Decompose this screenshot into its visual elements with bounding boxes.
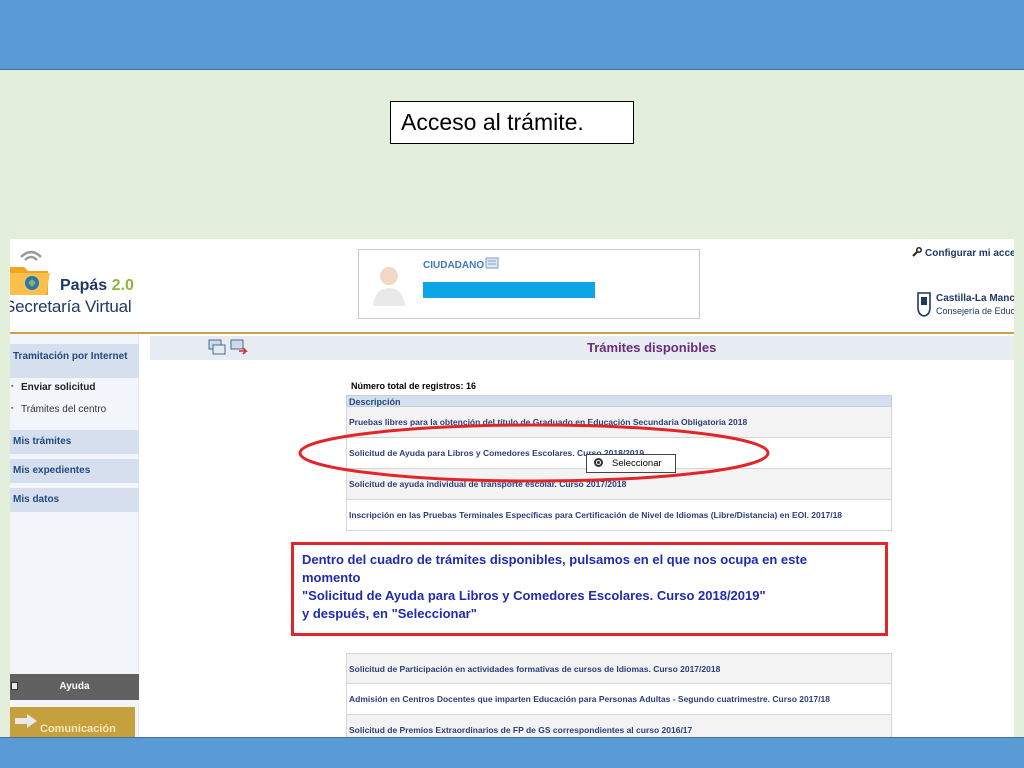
sidebar-item-tramites-centro[interactable]: Trámites del centro [10,404,106,415]
communication-button[interactable]: Comunicación [10,707,135,737]
select-button[interactable]: Seleccionar [586,454,676,473]
user-role-label: CIUDADANO [423,260,485,271]
communication-label: Comunicación [40,723,116,735]
sidebar-item-mis-expedientes[interactable]: Mis expedientes [10,459,139,483]
user-card: CIUDADANO [358,249,700,319]
procedures-table-continued: Solicitud de Participación en actividade… [346,653,892,737]
table-row[interactable]: Solicitud de Premios Extraordinarios de … [346,715,892,737]
slide-top-band [0,0,1024,70]
brand-title: Papás 2.0 [60,277,134,295]
folder-icon [10,267,50,295]
org-name: Castilla-La Mancha [936,293,1014,304]
user-name-redacted [423,282,595,298]
main-header: Trámites disponibles [150,336,1014,360]
arrow-right-icon [15,714,37,728]
id-card-icon[interactable] [485,256,499,270]
records-total: Número total de registros: 16 [351,381,477,391]
slide-bottom-band [0,737,1024,768]
org-department: Consejería de Educación [936,306,1014,316]
help-checkbox-icon [11,682,18,690]
shield-icon [917,292,931,317]
instruction-callout: Dentro del cuadro de trámites disponible… [291,542,888,636]
avatar [373,267,405,306]
sidebar-section-tramitacion: Tramitación por Internet [10,344,139,378]
instruction-line-1: Dentro del cuadro de trámites disponible… [302,552,807,567]
brand-title-text: Papás [60,277,108,294]
page-title: Trámites disponibles [587,340,717,355]
app-logo[interactable]: Papás 2.0 Secretaría Virtual [10,239,150,331]
highlight-ellipse [298,423,770,483]
slide-title: Acceso al trámite. [390,101,634,144]
instruction-line-4: y después, en "Seleccionar" [302,606,477,621]
table-row[interactable]: Solicitud de Participación en actividade… [346,653,892,684]
select-button-label: Seleccionar [612,458,662,469]
table-row[interactable]: Inscripción en las Pruebas Terminales Es… [346,500,892,531]
configure-access-label: Configurar mi acceso [925,248,1014,259]
instruction-line-2: momento [302,570,361,585]
help-button[interactable]: Ayuda [10,674,139,700]
sidebar-item-mis-tramites[interactable]: Mis trámites [10,430,139,454]
sidebar-item-mis-datos[interactable]: Mis datos [10,488,139,512]
header-divider [10,332,1014,334]
sidebar-item-enviar-solicitud[interactable]: Enviar solicitud [10,382,95,393]
monitor-icon[interactable] [208,339,226,355]
configure-access-link[interactable]: Configurar mi acceso [912,247,1014,259]
radio-icon [594,458,603,467]
help-button-label: Ayuda [59,681,90,692]
instruction-line-3: "Solicitud de Ayuda para Libros y Comedo… [302,588,766,603]
app-screenshot: Papás 2.0 Secretaría Virtual CIUDADANO C… [10,239,1014,737]
sidebar: Tramitación por Internet Enviar solicitu… [10,334,139,737]
org-logo: Castilla-La Mancha Consejería de Educaci… [916,289,1014,321]
monitor-export-icon[interactable] [230,339,248,355]
table-header-description: Descripción [346,395,892,407]
brand-subtitle: Secretaría Virtual [10,297,132,316]
brand-version: 2.0 [111,277,134,294]
table-row[interactable]: Admisión en Centros Docentes que imparte… [346,684,892,715]
wrench-icon [912,247,922,257]
